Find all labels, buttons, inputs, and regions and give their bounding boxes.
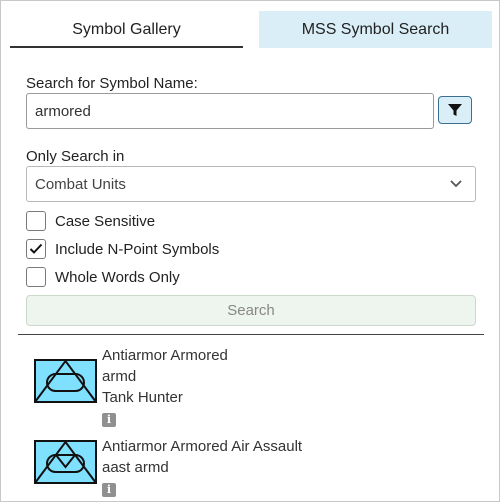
tab-symbol-gallery[interactable]: Symbol Gallery [10, 11, 243, 48]
include-npoint-checkbox[interactable] [26, 239, 46, 259]
tab-mss-symbol-search[interactable]: MSS Symbol Search [259, 11, 492, 48]
search-button[interactable]: Search [26, 295, 476, 326]
filter-icon [448, 104, 462, 116]
antiarmor-armored-air-assault-symbol [34, 440, 97, 484]
filter-button[interactable] [438, 96, 472, 124]
symbol-name-input[interactable] [26, 93, 434, 129]
result-alias: armd [102, 368, 137, 385]
chevron-down-icon [450, 180, 462, 188]
case-sensitive-label: Case Sensitive [55, 212, 156, 230]
results-divider [18, 334, 484, 335]
search-scope-value: Combat Units [35, 176, 126, 193]
only-search-in-label: Only Search in [26, 148, 125, 165]
antiarmor-armored-symbol [34, 359, 97, 403]
search-scope-select[interactable]: Combat Units [26, 166, 476, 202]
case-sensitive-option[interactable]: Case Sensitive [26, 210, 155, 232]
result-text: Antiarmor Armored armd Tank Hunter i [102, 345, 228, 429]
whole-words-checkbox[interactable] [26, 267, 46, 287]
whole-words-label: Whole Words Only [55, 268, 180, 286]
search-name-label: Search for Symbol Name: [26, 75, 198, 92]
result-text: Antiarmor Armored Air Assault aast armd … [102, 436, 302, 499]
whole-words-option[interactable]: Whole Words Only [26, 266, 180, 288]
info-icon[interactable]: i [102, 482, 116, 497]
symbol-search-panel: Symbol Gallery MSS Symbol Search Search … [0, 0, 500, 502]
checkmark-icon [29, 243, 43, 254]
result-name: Antiarmor Armored [102, 347, 228, 364]
result-name: Antiarmor Armored Air Assault [102, 438, 303, 455]
tab-bar: Symbol Gallery MSS Symbol Search [10, 11, 492, 48]
case-sensitive-checkbox[interactable] [26, 211, 46, 231]
result-alias: Tank Hunter [102, 389, 183, 406]
result-alias: aast armd [102, 459, 169, 476]
include-npoint-option[interactable]: Include N-Point Symbols [26, 238, 219, 260]
info-icon[interactable]: i [102, 412, 116, 427]
include-npoint-label: Include N-Point Symbols [55, 240, 220, 258]
